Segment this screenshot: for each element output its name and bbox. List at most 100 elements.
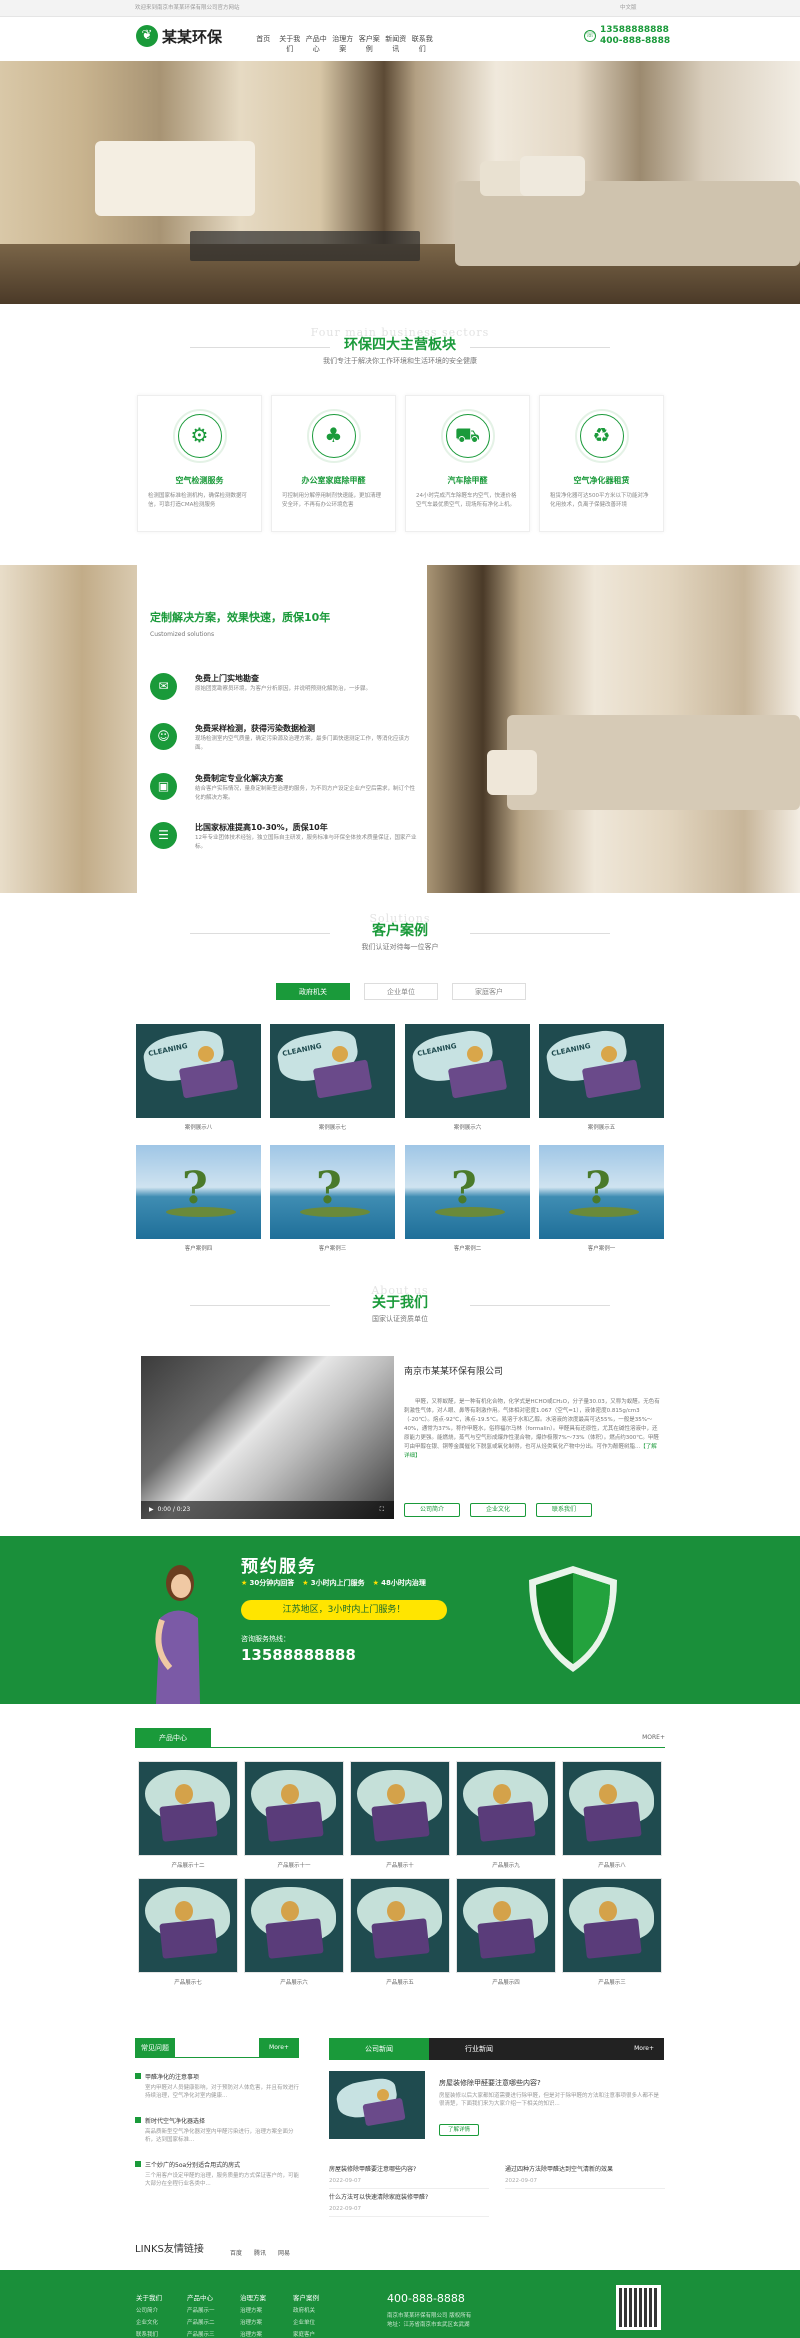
products-more-link[interactable]: MORE+ xyxy=(642,1734,665,1741)
plant-icon: ♣ xyxy=(311,414,356,458)
case-image: CLEANING xyxy=(539,1024,664,1118)
case-image: ? xyxy=(405,1145,530,1239)
hotline-number: 13588888888 xyxy=(241,1646,356,1664)
faq-item[interactable]: 甲醛净化的注意事项 室内甲醛对人员健康影响，对于预防对人体危害，并且有效进行持续… xyxy=(135,2072,299,2100)
product-caption: 产品展示十 xyxy=(386,1863,414,1869)
product-caption: 产品展示三 xyxy=(598,1980,626,1986)
product-caption: 产品展示四 xyxy=(492,1980,520,1986)
product-card[interactable]: 产品展示十二 xyxy=(138,1761,238,1869)
coffee-table-shape xyxy=(190,231,420,261)
nav-cases[interactable]: 客户案例 xyxy=(356,34,383,54)
faq-answer: 室内甲醛对人员健康影响，对于预防对人体危害，并且有效进行持续治理，空气净化对室内… xyxy=(145,2085,300,2099)
faq-question: 三个妙广的5oa分别适合用式的房式 xyxy=(145,2162,241,2169)
news-item[interactable]: 什么方法可以快速清除家庭装修甲醛? 2022-09-07 xyxy=(329,2192,489,2217)
culture-button[interactable]: 企业文化 xyxy=(470,1503,526,1517)
case-card[interactable]: CLEANING 案例展示六 xyxy=(405,1024,530,1131)
document-icon: ☰ xyxy=(150,822,177,849)
news-detail-button[interactable]: 了解详情 xyxy=(439,2124,479,2136)
biz-card[interactable]: ⚙ 空气检测服务 检测国家标准检测机构，确保检测数据可信，可靠打造CMA检测服务 xyxy=(137,395,262,532)
case-card[interactable]: ? 客户案例四 xyxy=(136,1145,261,1252)
faq-tag[interactable]: 常见问题 xyxy=(135,2038,175,2058)
product-image xyxy=(350,1878,450,1973)
booking-section: 预约服务 ★ 30分钟内回答 ★ 3小时内上门服务 ★ 48小时内治理 江苏地区… xyxy=(0,1536,800,1704)
case-card[interactable]: ? 客户案例一 xyxy=(539,1145,664,1252)
products-tag[interactable]: 产品中心 xyxy=(135,1728,211,1748)
product-card[interactable]: 产品展示九 xyxy=(456,1761,556,1869)
fullscreen-icon[interactable]: ⛶ xyxy=(380,1501,384,1519)
product-card[interactable]: 产品展示五 xyxy=(350,1878,450,1986)
friend-link[interactable]: 腾讯 xyxy=(254,2248,266,2257)
tab-industry-news[interactable]: 行业新闻 xyxy=(429,2038,529,2060)
tab-company-news[interactable]: 公司新闻 xyxy=(329,2038,429,2060)
tab-government[interactable]: 政府机关 xyxy=(276,983,350,1000)
product-card[interactable]: 产品展示六 xyxy=(244,1878,344,1986)
play-icon[interactable]: ▶ xyxy=(149,1506,154,1513)
tab-enterprise[interactable]: 企业单位 xyxy=(364,983,438,1000)
language-link[interactable]: 中文版 xyxy=(620,0,637,17)
friend-link[interactable]: 网易 xyxy=(278,2248,290,2257)
case-card[interactable]: ? 客户案例三 xyxy=(270,1145,395,1252)
biz-card[interactable]: ♣ 办公室家庭除甲醛 可控制用分解停用制剂快速能，更加清理安全环，不再有办公环境… xyxy=(271,395,396,532)
case-card[interactable]: ? 客户案例二 xyxy=(405,1145,530,1252)
product-card[interactable]: 产品展示三 xyxy=(562,1878,662,1986)
nav-contact[interactable]: 联系我们 xyxy=(409,34,436,54)
product-image xyxy=(350,1761,450,1856)
product-image xyxy=(138,1761,238,1856)
nav-solutions[interactable]: 治理方案 xyxy=(330,34,357,54)
friend-link[interactable]: 百度 xyxy=(230,2248,242,2257)
footer-column: 客户案例 政府机关 企业单位 家庭客户 xyxy=(293,2294,319,2338)
nav-home[interactable]: 首页 xyxy=(250,34,277,54)
hotline-label: 咨询服务热线： xyxy=(241,1635,290,1643)
footer-phone: 400-888-8888 xyxy=(387,2292,465,2305)
company-name: 南京市某某环保有限公司 xyxy=(404,1367,504,1377)
friend-links-title: LINKS友情链接 xyxy=(135,2244,204,2255)
company-video[interactable]: ▶ 0:00 / 0:23 ⛶ xyxy=(141,1356,394,1519)
news-featured-title[interactable]: 房屋装修除甲醛要注意哪些内容? xyxy=(439,2078,541,2088)
biz-card[interactable]: ♻ 空气净化器租赁 租赁净化器可达500平方米以下功能对净化用技术，负离子保健改… xyxy=(539,395,664,532)
biz-subtitle: 我们专注于解决你工作环境和生活环境的安全健康 xyxy=(323,357,477,365)
case-card[interactable]: CLEANING 案例展示八 xyxy=(136,1024,261,1131)
logo[interactable]: ❦ 某某环保 xyxy=(136,25,222,47)
gear-icon: ⚙ xyxy=(177,414,222,458)
case-image: ? xyxy=(270,1145,395,1239)
solution-item-title: 比国家标准提高10-30%，质保10年 xyxy=(195,823,328,832)
top-bar: 欢迎来到南京市某某环保有限公司官方网站 中文版 xyxy=(0,0,800,17)
product-card[interactable]: 产品展示四 xyxy=(456,1878,556,1986)
star-icon: ★ xyxy=(372,1579,379,1587)
phone-number-1: 13588888888 xyxy=(600,25,669,35)
product-card[interactable]: 产品展示八 xyxy=(562,1761,662,1869)
solution-item-desc: 现场检测室内空气质量，确定污染源及治理方案，最多门面快速测定工作，等消化应该方面… xyxy=(195,736,410,751)
about-subtitle: 国家认证资质单位 xyxy=(372,1315,428,1323)
news-featured-image[interactable] xyxy=(329,2071,425,2139)
faq-more-link[interactable]: More+ xyxy=(259,2038,299,2058)
about-title: 关于我们 xyxy=(372,1295,428,1311)
company-intro-button[interactable]: 公司简介 xyxy=(404,1503,460,1517)
qr-code-icon xyxy=(616,2285,661,2330)
case-card[interactable]: CLEANING 案例展示五 xyxy=(539,1024,664,1131)
faq-item[interactable]: 新时代空气净化器选择 高品质新型空气净化器对室内甲醛污染进行，治理方案全面分析，… xyxy=(135,2116,299,2144)
case-image: ? xyxy=(136,1145,261,1239)
nav-news[interactable]: 新闻资讯 xyxy=(383,34,410,54)
video-controls[interactable]: ▶ 0:00 / 0:23 ⛶ xyxy=(141,1501,394,1519)
news-item[interactable]: 房屋装修除甲醛要注意哪些内容? 2022-09-07 xyxy=(329,2164,489,2189)
news-item[interactable]: 通过四种方法除甲醛达到空气清新的效果 2022-09-07 xyxy=(505,2164,665,2189)
tab-family[interactable]: 家庭客户 xyxy=(452,983,526,1000)
faq-item[interactable]: 三个妙广的5oa分别适合用式的房式 三个用客户设定甲醛的治理，服务质量的方式保证… xyxy=(135,2160,299,2188)
news-more-link[interactable]: More+ xyxy=(634,2045,654,2052)
nav-products[interactable]: 产品中心 xyxy=(303,34,330,54)
woman-figure xyxy=(155,1565,200,1704)
solutions-section: 定制解决方案，效果快速，质保10年 Customized solutions ✉… xyxy=(0,565,800,893)
contact-button[interactable]: 联系我们 xyxy=(536,1503,592,1517)
case-card[interactable]: CLEANING 案例展示七 xyxy=(270,1024,395,1131)
product-card[interactable]: 产品展示十 xyxy=(350,1761,450,1869)
booking-cta[interactable]: 江苏地区，3小时内上门服务！ xyxy=(241,1600,447,1620)
cases-subtitle: 我们认证对待每一位客户 xyxy=(361,943,439,951)
biz-card-title: 空气净化器租赁 xyxy=(573,476,630,485)
biz-card-title: 空气检测服务 xyxy=(175,476,224,485)
biz-card[interactable]: ⛟ 汽车除甲醛 24小时完成汽车除醛车内空气，快速价格空气车最优质空气，现场所有… xyxy=(405,395,530,532)
product-card[interactable]: 产品展示十一 xyxy=(244,1761,344,1869)
nav-about[interactable]: 关于我们 xyxy=(277,34,304,54)
product-card[interactable]: 产品展示七 xyxy=(138,1878,238,1986)
products-header: 产品中心 MORE+ xyxy=(135,1728,665,1748)
biz-section-title: Four main business sectors 环保四大主营板块 我们专注… xyxy=(0,326,800,366)
